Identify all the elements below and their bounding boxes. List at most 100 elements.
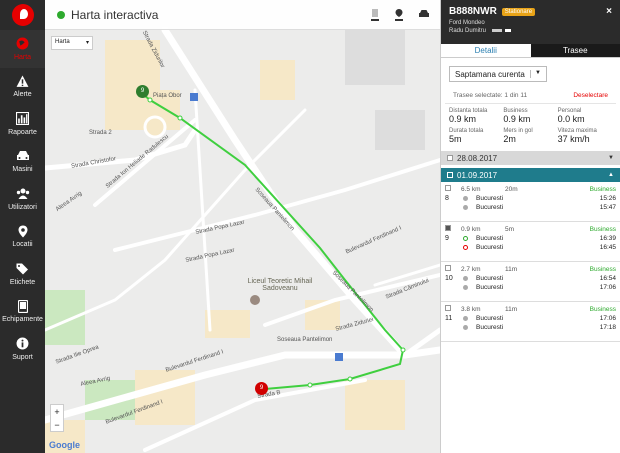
end-dot-icon: [463, 285, 468, 290]
tags-icon: [16, 262, 30, 276]
trip-duration: 20m: [505, 186, 518, 193]
stat: Viteza maxima 37 km/h: [558, 128, 612, 144]
map-type-value: Harta: [55, 39, 70, 45]
route-end-marker[interactable]: 9: [255, 382, 268, 395]
trip-checkbox[interactable]: [445, 225, 451, 231]
selection-summary: Trasee selectate: 1 din 11 Deselectare: [445, 82, 616, 104]
globe-icon: [16, 37, 30, 51]
map-label: Strada 2: [89, 130, 112, 136]
end-dot-icon: [463, 325, 468, 330]
map-type-select[interactable]: Harta ▾: [51, 36, 93, 50]
trip-stats: Distanta totala 0.9 km Business 0.9 km Per…: [441, 104, 620, 148]
nav-label: Utilizatori: [8, 203, 37, 211]
nav-label: Masini: [12, 166, 33, 174]
trip-from: Bucuresti: [476, 275, 504, 282]
chevron-down-icon[interactable]: ▼: [608, 155, 614, 161]
tab-trasee[interactable]: Trasee: [530, 44, 620, 57]
map-canvas[interactable]: Strada Zidurilor Piața Obor Strada 2 Str…: [45, 0, 440, 453]
nav-masini[interactable]: Masini: [0, 143, 45, 181]
period-select[interactable]: Saptamana curenta ▼: [449, 66, 547, 82]
trip-from-time: 16:54: [599, 275, 616, 282]
redacted-bar: [505, 28, 512, 32]
trip-row[interactable]: 8 6.5 km 20m Business Bucuresti 15:26 Bucur…: [441, 182, 620, 222]
nav-harta[interactable]: Harta: [0, 30, 45, 68]
nav-label: Suport: [12, 353, 33, 361]
panel-tabs: Detalii Trasee: [441, 44, 620, 58]
zoom-control: + −: [50, 404, 64, 432]
trip-to-time: 17:06: [599, 284, 616, 291]
start-dot-icon: [463, 276, 468, 281]
trip-row[interactable]: 9 0.9 km 5m Business Bucuresti 16:39 Bucure…: [441, 222, 620, 262]
stat-value: 37 km/h: [557, 134, 590, 144]
trip-checkbox[interactable]: [445, 305, 451, 311]
panel-header: B888NWR Stationare × Ford Mondeo Radu Du…: [441, 0, 620, 44]
car-icon: [16, 149, 30, 163]
trip-checkbox[interactable]: [445, 265, 451, 271]
nav-label: Locatii: [12, 241, 33, 249]
nav-label: Etichete: [9, 278, 36, 286]
stat-value: 0.9 km: [503, 114, 531, 124]
date-checkbox[interactable]: [447, 155, 453, 161]
vodafone-logo[interactable]: [0, 0, 45, 30]
nav-label: Alerte: [13, 91, 32, 99]
traffic-icon[interactable]: [370, 8, 382, 22]
map-label: Liceul Teoretic Mihail Sadoveanu: [247, 278, 313, 292]
trip-from-time: 17:06: [599, 315, 616, 322]
date-group-28-08[interactable]: 28.08.2017 ▼: [441, 151, 620, 165]
trip-checkbox[interactable]: [445, 185, 451, 191]
nav-utilizatori[interactable]: Utilizatori: [0, 180, 45, 218]
trip-to-time: 15:47: [599, 204, 616, 211]
trip-to-time: 16:45: [599, 244, 616, 251]
chevron-up-icon[interactable]: ▲: [608, 172, 614, 178]
nav-locatii[interactable]: Locatii: [0, 218, 45, 256]
vehicle-plate: B888NWR: [449, 6, 497, 17]
users-icon: [16, 187, 30, 201]
trip-to-time: 17:18: [599, 324, 616, 331]
nav-suport[interactable]: Suport: [0, 330, 45, 368]
status-dot: [57, 10, 65, 19]
trip-duration: 5m: [505, 226, 515, 233]
nav-alerte[interactable]: Alerte: [0, 68, 45, 106]
trip-from-time: 16:39: [599, 235, 616, 242]
trip-distance: 0.9 km: [461, 226, 481, 233]
zoom-in-button[interactable]: +: [54, 407, 59, 417]
trip-row[interactable]: 10 2.7 km 11m Business Bucuresti 16:54 Bucu…: [441, 262, 620, 302]
trip-to: Bucuresti: [476, 284, 504, 291]
map-label: Soseaua Pantelimon: [277, 337, 333, 343]
date-checkbox[interactable]: [447, 172, 453, 178]
trip-class: Business: [589, 186, 616, 193]
trip-distance: 3.8 km: [461, 306, 481, 313]
trip-number: 9: [445, 235, 449, 242]
date-label: 28.08.2017: [457, 153, 498, 163]
device-icon: [16, 299, 30, 313]
stat-value: 2m: [503, 134, 516, 144]
zoom-out-button[interactable]: −: [54, 420, 59, 430]
nav-echipamente[interactable]: Echipamente: [0, 293, 45, 331]
map-toolbar: [370, 8, 430, 22]
trip-row[interactable]: 11 3.8 km 11m Business Bucuresti 17:06 Bucu…: [441, 302, 620, 342]
date-group-01-09[interactable]: 01.09.2017 ▲: [441, 168, 620, 182]
trip-to: Bucuresti: [476, 324, 504, 331]
start-dot-icon: [463, 316, 468, 321]
nav-rapoarte[interactable]: Rapoarte: [0, 105, 45, 143]
tab-detalii[interactable]: Detalii: [441, 44, 531, 57]
trip-from: Bucuresti: [476, 235, 504, 242]
car-icon[interactable]: [418, 8, 430, 22]
vehicle-model: Ford Mondeo: [449, 20, 485, 26]
stat: Mers in gol 2m: [503, 128, 557, 144]
trip-duration: 11m: [505, 266, 518, 273]
trip-from: Bucuresti: [476, 195, 504, 202]
nav-etichete[interactable]: Etichete: [0, 255, 45, 293]
route-start-marker[interactable]: 9: [136, 85, 149, 98]
google-logo: Google: [49, 440, 80, 450]
stat: Distanta totala 0.9 km: [449, 108, 503, 124]
sidebar: Harta Alerte Rapoarte Masini Utilizatori…: [0, 0, 45, 453]
driver-name: Radu Dumitru: [449, 28, 487, 34]
trip-from-time: 15:26: [599, 195, 616, 202]
close-button[interactable]: ×: [606, 6, 612, 17]
stat: Business 0.9 km: [503, 108, 557, 124]
chevron-down-icon: ▼: [530, 70, 541, 78]
deselect-link[interactable]: Deselectare: [573, 92, 608, 99]
pin-icon[interactable]: [394, 8, 406, 22]
trip-number: 8: [445, 195, 449, 202]
